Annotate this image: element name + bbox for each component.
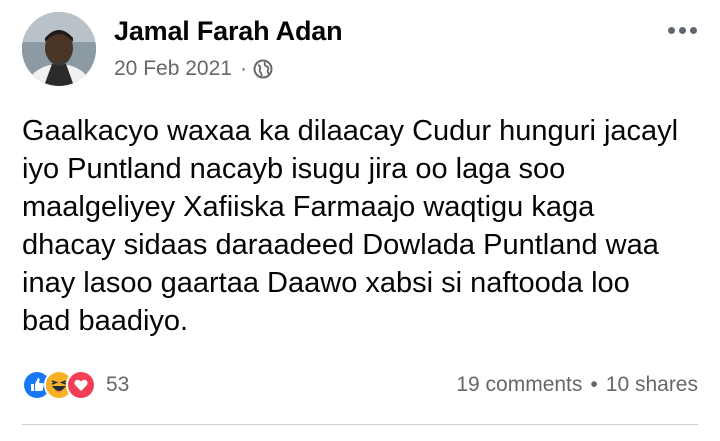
love-icon xyxy=(66,370,96,400)
engagement-stats: 19 comments • 10 shares xyxy=(456,373,698,397)
stats-separator: • xyxy=(590,373,598,396)
post-date[interactable]: 20 Feb 2021 xyxy=(114,57,232,81)
post-text: Gaalkacyo waxaa ka dilaacay Cudur hungur… xyxy=(22,115,679,337)
globe-icon[interactable] xyxy=(253,59,273,79)
comments-link[interactable]: 19 comments xyxy=(456,373,582,397)
post-meta: 20 Feb 2021 · xyxy=(114,56,273,82)
reactions-summary[interactable]: 53 xyxy=(22,370,129,400)
post-header: Jamal Farah Adan 20 Feb 2021 · xyxy=(22,12,700,88)
author-name[interactable]: Jamal Farah Adan xyxy=(114,16,343,47)
footer-divider xyxy=(22,424,698,425)
more-options-icon[interactable] xyxy=(664,20,700,40)
shares-link[interactable]: 10 shares xyxy=(606,373,698,397)
post-footer: 53 19 comments • 10 shares xyxy=(22,366,698,404)
facebook-post: Jamal Farah Adan 20 Feb 2021 · Gaalkacyo… xyxy=(0,0,720,441)
reaction-count: 53 xyxy=(106,373,130,396)
meta-separator: · xyxy=(239,57,247,80)
avatar[interactable] xyxy=(22,12,96,86)
